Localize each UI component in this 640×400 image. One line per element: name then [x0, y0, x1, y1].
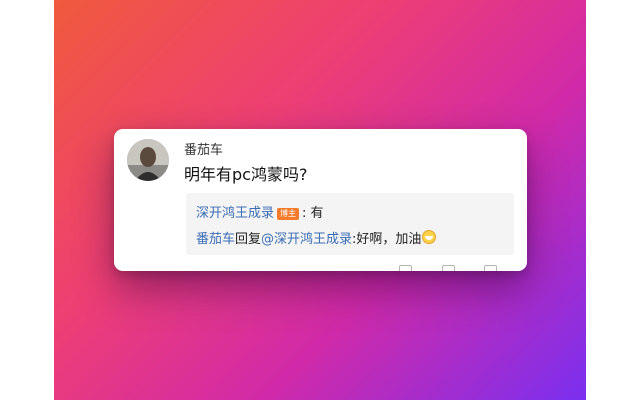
author-badge: 博主	[277, 208, 300, 220]
share-icon[interactable]	[399, 265, 412, 271]
comment-card: 番茄车 明年有pc鸿蒙吗? 深开鸿王成录 博主: 有 番茄车回复@深开鸿王成录:好…	[114, 129, 527, 271]
reply-item: 深开鸿王成录 博主: 有	[196, 202, 324, 221]
grin-emoji-icon	[422, 230, 437, 244]
reply-author[interactable]: 番茄车	[196, 232, 235, 247]
reply-connector: 回复	[235, 232, 262, 247]
avatar[interactable]	[127, 139, 169, 181]
reply-text: 有	[310, 206, 324, 221]
comment-icon[interactable]	[442, 265, 455, 271]
reply-separator: :	[302, 206, 311, 221]
comment-username[interactable]: 番茄车	[184, 139, 223, 158]
gradient-background: 番茄车 明年有pc鸿蒙吗? 深开鸿王成录 博主: 有 番茄车回复@深开鸿王成录:好…	[54, 0, 586, 400]
like-icon[interactable]	[484, 265, 497, 271]
reply-author[interactable]: 深开鸿王成录	[196, 206, 274, 221]
comment-footer	[184, 263, 514, 271]
reply-text: :好啊，加油	[352, 232, 422, 247]
user-photo	[127, 139, 169, 181]
reply-mention[interactable]: @深开鸿王成录	[261, 232, 352, 247]
reply-item: 番茄车回复@深开鸿王成录:好啊，加油	[196, 228, 437, 247]
reply-box[interactable]: 深开鸿王成录 博主: 有 番茄车回复@深开鸿王成录:好啊，加油	[186, 193, 514, 255]
comment-text: 明年有pc鸿蒙吗?	[184, 165, 308, 184]
